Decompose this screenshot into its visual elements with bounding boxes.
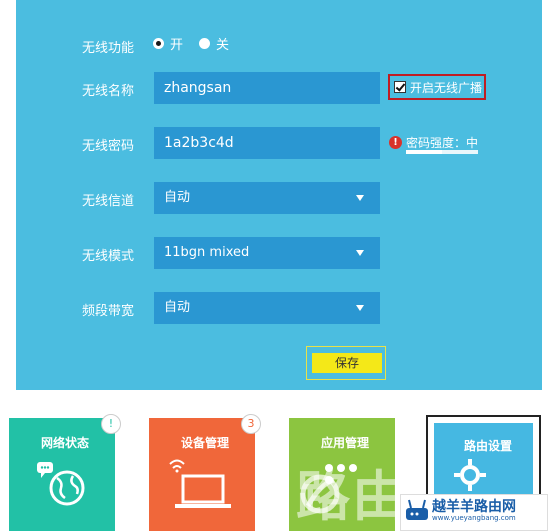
chevron-down-icon [356,195,364,201]
laptop-icon [169,459,231,508]
tile-network-status[interactable]: 网络状态 ! [9,414,121,531]
broadcast-checkbox[interactable] [394,81,406,93]
wireless-mode-label: 无线模式 [82,249,135,264]
tile-device-management[interactable]: 设备管理 3 [149,414,261,531]
mode-select[interactable]: 11bgn mixed [154,237,380,269]
bandwidth-select[interactable]: 自动 [154,292,380,324]
watermark-logo-icon [300,474,340,514]
bandwidth-select-value: 自动 [164,300,191,315]
save-button[interactable]: 保存 [312,353,382,373]
broadcast-label: 开启无线广播 [410,80,483,95]
router-logo-icon [406,499,428,520]
mode-select-value: 11bgn mixed [164,245,250,260]
chevron-down-icon [356,250,364,256]
wireless-function-radio-group: 开 关 [153,34,229,53]
tile-network-status-label: 网络状态 [41,436,90,450]
ssid-input[interactable]: zhangsan [154,72,380,104]
password-strength-bar [406,150,478,154]
chevron-down-icon [356,305,364,311]
globe-icon [37,462,85,506]
broadcast-checkbox-box[interactable]: 开启无线广播 [388,74,486,100]
radio-on[interactable] [153,38,164,49]
radio-on-label: 开 [170,38,184,53]
radio-off-label: 关 [216,38,230,53]
tile-app-management-label: 应用管理 [321,436,370,450]
device-management-badge: 3 [241,414,261,434]
password-strength-fill [406,150,442,154]
password-input[interactable]: 1a2b3c4d [154,127,380,159]
channel-select-value: 自动 [164,190,191,205]
channel-select[interactable]: 自动 [154,182,380,214]
wireless-function-label: 无线功能 [82,41,135,56]
wireless-name-label: 无线名称 [82,84,135,99]
gear-icon [454,459,486,491]
site-logo-url: www.yueyangbang.com [432,514,516,522]
password-strength-text: 密码强度：中 [406,136,479,150]
wireless-password-label: 无线密码 [82,139,135,154]
site-logo-title: 越羊羊路由网 [432,499,516,515]
warning-icon: ! [389,136,402,149]
network-status-badge: ! [101,414,121,434]
tile-router-settings-label: 路由设置 [464,439,513,453]
wireless-channel-label: 无线信道 [82,194,135,209]
radio-off[interactable] [199,38,211,49]
tile-device-management-label: 设备管理 [181,436,230,450]
bandwidth-label: 频段带宽 [82,304,135,319]
